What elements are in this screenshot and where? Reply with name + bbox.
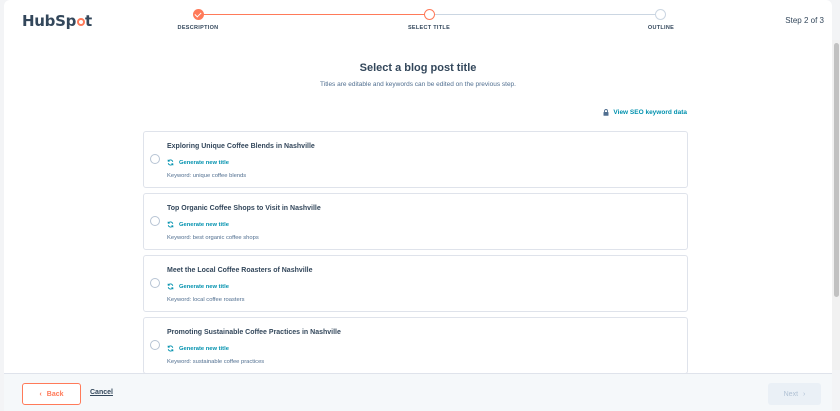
step-progress: DESCRIPTION SELECT TITLE OUTLINE	[4, 8, 832, 38]
page-title: Select a blog post title	[359, 62, 477, 74]
option-title[interactable]: Top Organic Coffee Shops to Visit in Nas…	[167, 205, 321, 212]
option-keyword: Keyword: best organic coffee shops	[167, 235, 259, 241]
title-radio[interactable]	[150, 154, 160, 164]
title-radio[interactable]	[150, 216, 160, 226]
step-label-select-title: SELECT TITLE	[407, 25, 451, 31]
generate-label: Generate new title	[179, 221, 229, 228]
title-option-card[interactable]: Promoting Sustainable Coffee Practices i…	[143, 317, 688, 373]
step-label-outline: OUTLINE	[647, 25, 675, 31]
option-title[interactable]: Exploring Unique Coffee Blends in Nashvi…	[167, 143, 315, 150]
title-option-card[interactable]: Meet the Local Coffee Roasters of Nashvi…	[143, 255, 688, 312]
step-label-description: DESCRIPTION	[177, 25, 219, 31]
step-complete-check-icon	[193, 9, 204, 20]
generate-new-title-link[interactable]: Generate new title	[167, 221, 229, 228]
cancel-link[interactable]: Cancel	[90, 389, 113, 396]
generate-label: Generate new title	[179, 159, 229, 166]
refresh-icon	[167, 159, 174, 166]
seo-link-label: View SEO keyword data	[613, 109, 687, 116]
view-seo-keyword-data-link[interactable]: View SEO keyword data	[603, 109, 687, 116]
progress-line-complete	[199, 14, 429, 15]
option-keyword: Keyword: local coffee roasters	[167, 297, 245, 303]
step-pending-node	[655, 9, 666, 20]
option-keyword: Keyword: sustainable coffee practices	[167, 359, 265, 365]
generate-label: Generate new title	[179, 283, 229, 290]
next-label: Next	[783, 390, 799, 398]
refresh-icon	[167, 283, 174, 290]
title-option-card[interactable]: Exploring Unique Coffee Blends in Nashvi…	[143, 131, 688, 188]
refresh-icon	[167, 345, 174, 352]
title-radio[interactable]	[150, 340, 160, 350]
option-title[interactable]: Promoting Sustainable Coffee Practices i…	[167, 329, 341, 336]
back-label: Back	[46, 390, 64, 398]
back-button[interactable]: ‹ Back	[22, 383, 81, 405]
generate-new-title-link[interactable]: Generate new title	[167, 159, 229, 166]
page-subtitle: Titles are editable and keywords can be …	[320, 81, 516, 88]
chevron-right-icon: ›	[803, 390, 806, 398]
generate-new-title-link[interactable]: Generate new title	[167, 345, 229, 352]
refresh-icon	[167, 221, 174, 228]
scrollbar-thumb[interactable]	[834, 43, 839, 297]
next-button[interactable]: Next ›	[768, 383, 821, 405]
generate-label: Generate new title	[179, 345, 229, 352]
chevron-left-icon: ‹	[39, 390, 42, 398]
generate-new-title-link[interactable]: Generate new title	[167, 283, 229, 290]
option-keyword: Keyword: unique coffee blends	[167, 173, 247, 179]
title-option-card[interactable]: Top Organic Coffee Shops to Visit in Nas…	[143, 193, 688, 250]
step-current-node	[424, 9, 435, 20]
option-title[interactable]: Meet the Local Coffee Roasters of Nashvi…	[167, 267, 312, 274]
title-radio[interactable]	[150, 278, 160, 288]
lock-icon	[603, 109, 609, 116]
wizard-window: HubSp t DESCRIPTION SELECT TITLE OUTLINE …	[4, 0, 832, 411]
title-options-list: Exploring Unique Coffee Blends in Nashvi…	[143, 131, 688, 373]
progress-line-pending	[434, 14, 660, 15]
wizard-footer: ‹ Back Cancel Next ›	[4, 373, 832, 411]
step-count: Step 2 of 3	[785, 16, 824, 25]
